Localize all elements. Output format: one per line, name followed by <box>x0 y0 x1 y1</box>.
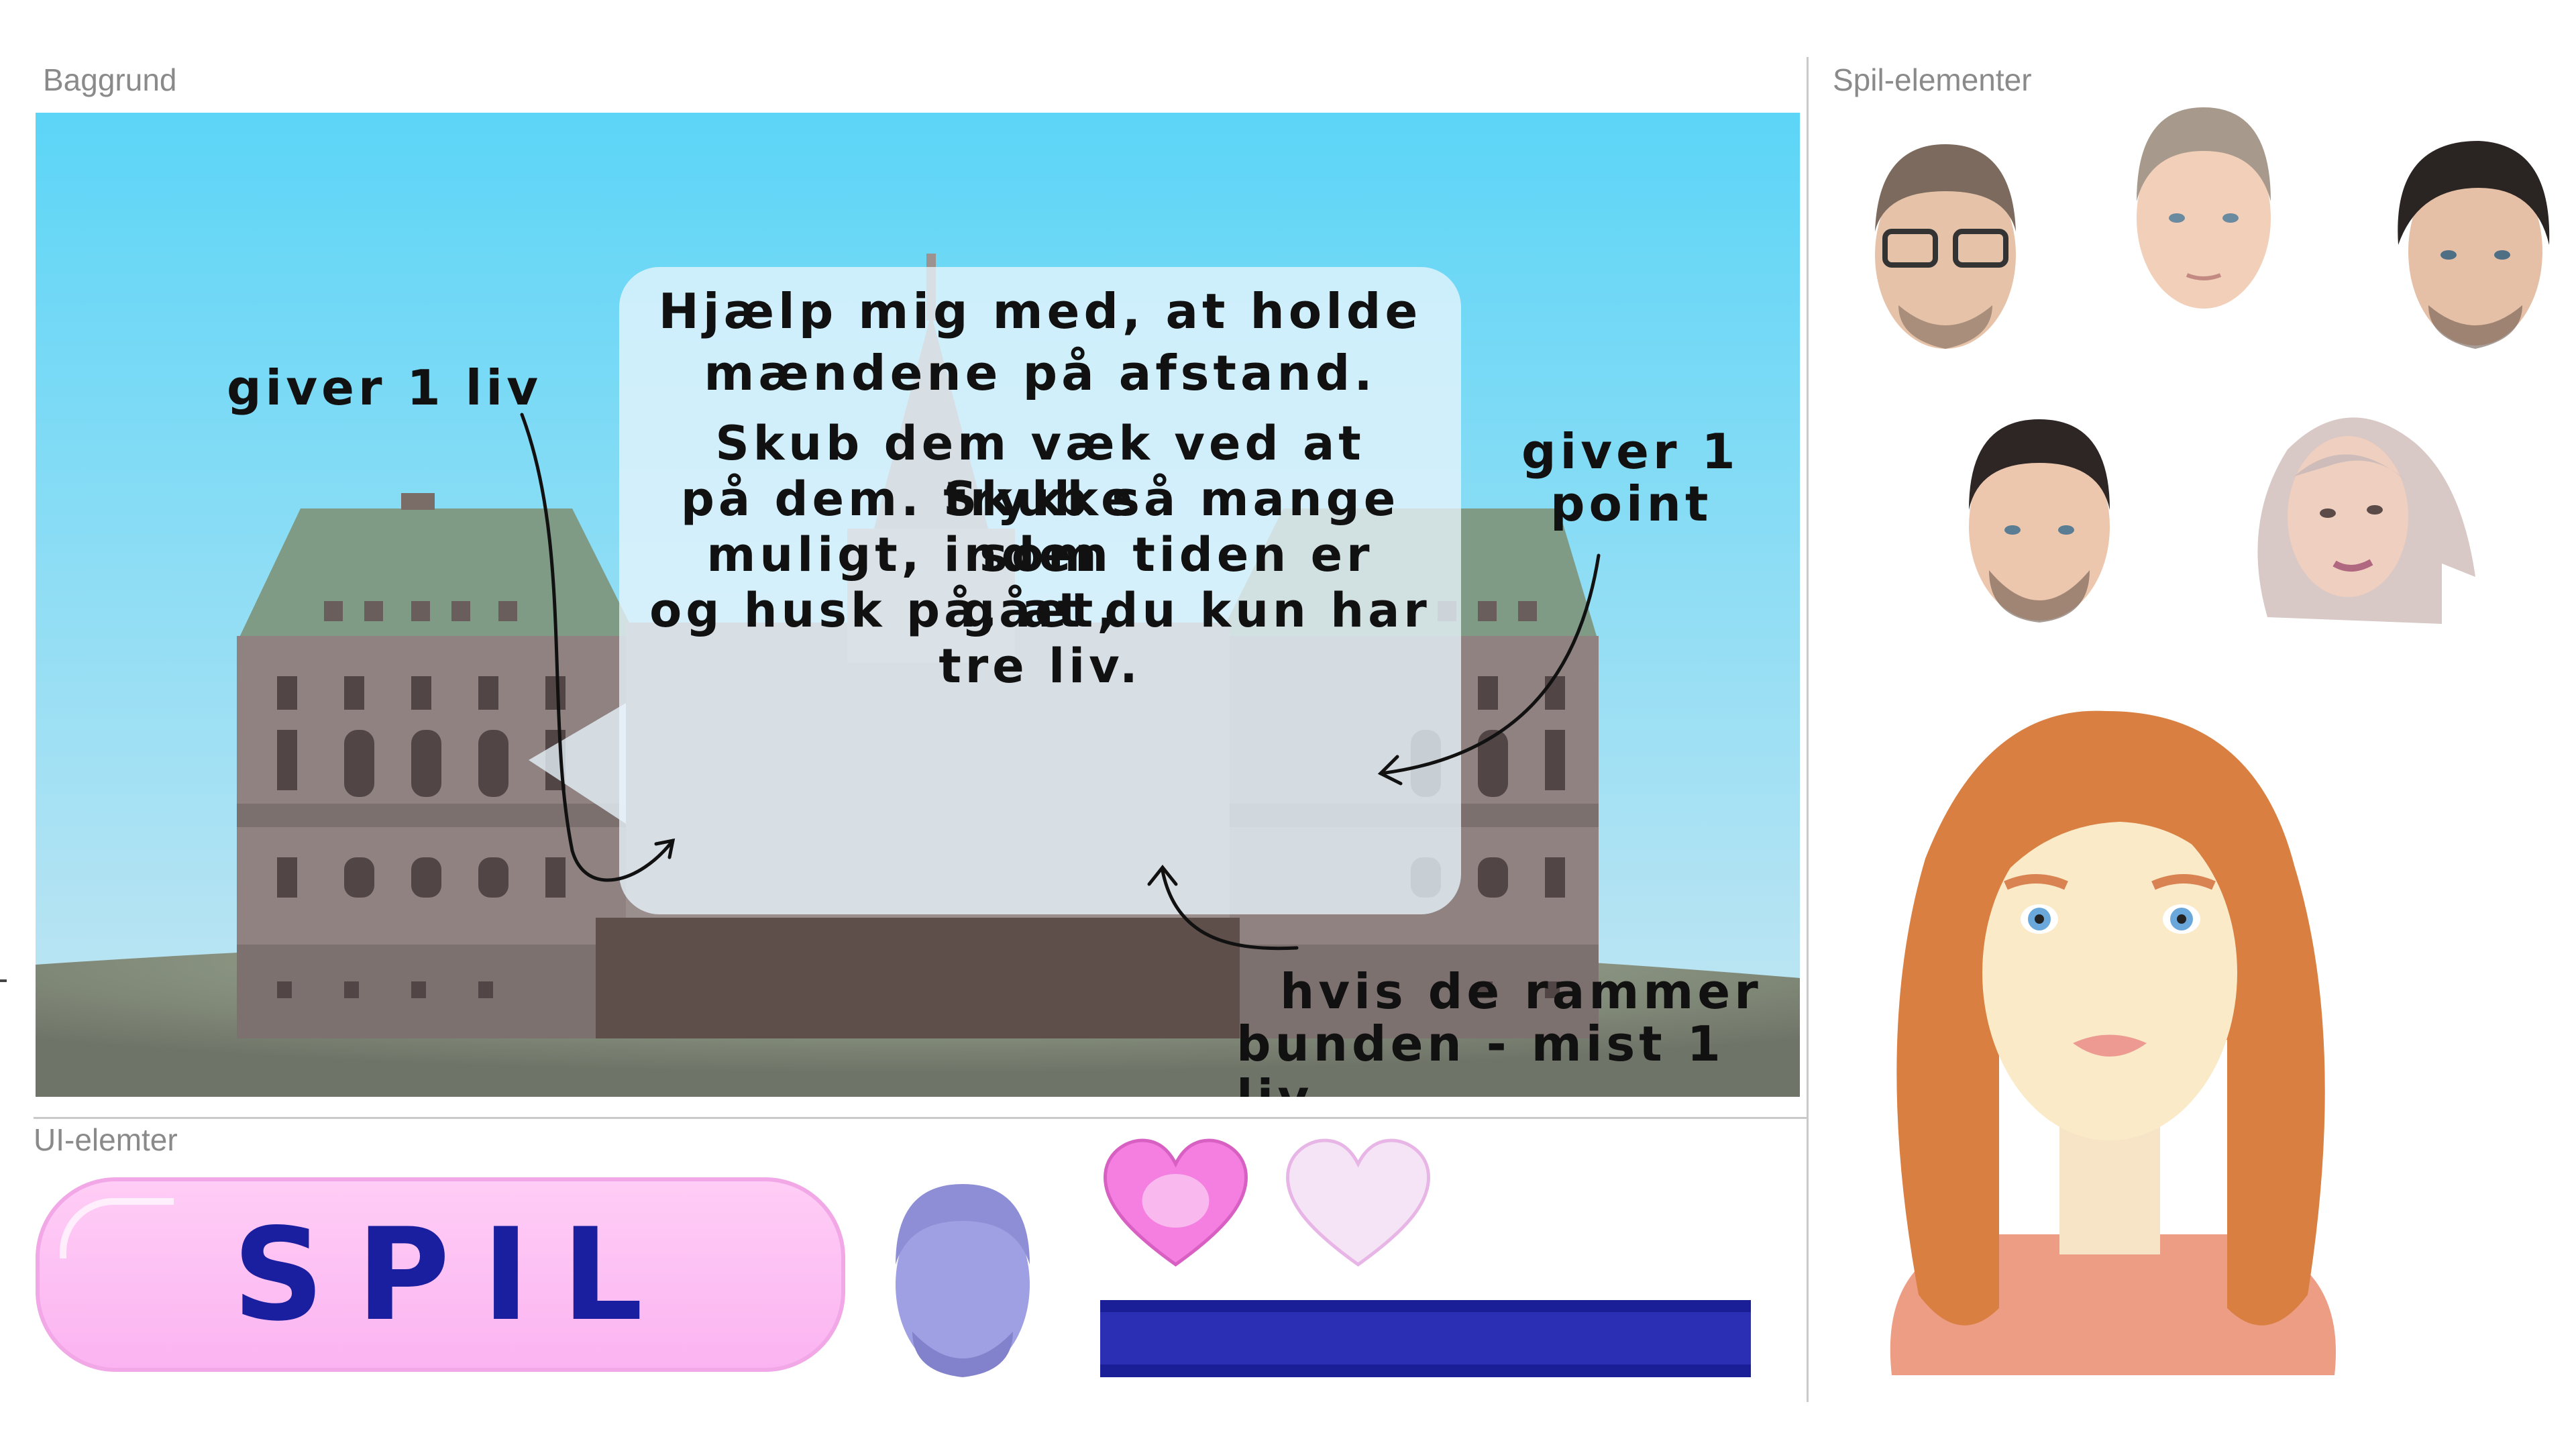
annotation-bottom-2: bunden - mist 1 liv <box>1236 1016 1725 1097</box>
ui-section-label: UI-elemter <box>34 1122 178 1157</box>
heart-icon <box>1285 1138 1431 1267</box>
bubble-line-2: mændene på afstand. <box>704 345 1377 401</box>
face-short-hair-man-icon <box>1969 419 2110 623</box>
elements-section-label: Spil-elementer <box>1833 62 2032 97</box>
heart-icon <box>1103 1138 1248 1267</box>
annotation-bottom-1: hvis de rammer <box>1280 963 1762 1020</box>
timer-fill <box>1100 1312 1751 1364</box>
silhouette-man-icon <box>896 1184 1030 1377</box>
face-glasses-man-icon <box>1875 144 2016 349</box>
speech-bubble: Hjælp mig med, at holde mændene på afsta… <box>619 267 1461 914</box>
timer-bar <box>1100 1300 1751 1377</box>
bubble-body-4: og husk på, at du kun har <box>649 583 1431 638</box>
background-scene: Hjælp mig med, at holde mændene på afsta… <box>36 113 1800 1097</box>
annotation-lives: giver 1 liv <box>227 360 543 416</box>
play-button-label: SPIL <box>232 1200 676 1349</box>
play-button[interactable]: SPIL <box>36 1177 845 1372</box>
horizontal-divider <box>34 1117 1807 1119</box>
player-woman-icon <box>1890 710 2336 1375</box>
annotation-points-1: giver 1 <box>1521 423 1739 480</box>
bubble-body-5: tre liv. <box>938 639 1142 694</box>
face-blond-man-icon <box>2137 107 2271 309</box>
background-section-label: Baggrund <box>43 62 177 97</box>
face-blonde-woman-icon <box>2257 417 2475 624</box>
edge-mark <box>0 979 7 982</box>
bubble-line-1: Hjælp mig med, at holde <box>658 283 1422 339</box>
annotation-points-2: point <box>1550 476 1713 532</box>
vertical-divider <box>1807 57 1809 1402</box>
face-dark-hair-man-icon <box>2398 141 2550 349</box>
